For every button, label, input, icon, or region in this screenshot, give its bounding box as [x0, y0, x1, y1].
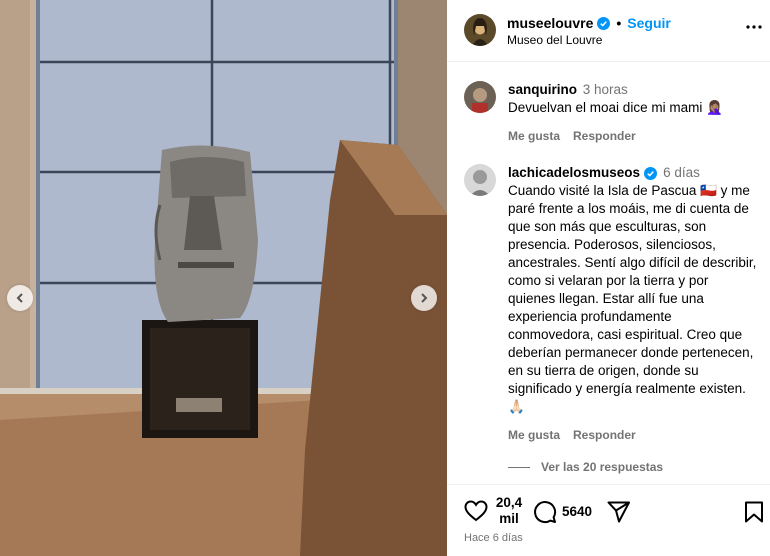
commenter-avatar-image	[464, 164, 496, 196]
paper-plane-icon[interactable]	[607, 501, 631, 523]
mona-lisa-avatar-image	[464, 14, 496, 46]
comments-count[interactable]: 5640	[562, 504, 592, 519]
bookmark-icon[interactable]	[744, 501, 764, 523]
comment-reply-button[interactable]: Responder	[573, 426, 636, 444]
verified-badge-icon	[644, 166, 658, 180]
post-location[interactable]: Museo del Louvre	[507, 33, 602, 47]
comments-list[interactable]: sanquirino 3 horas Devuelvan el moai dic…	[447, 63, 770, 483]
comment-username[interactable]: sanquirino	[508, 82, 577, 97]
post-actions-bar: 20,4 mil 5640 Hace 6 días	[447, 484, 770, 556]
comment-body: lachicadelosmuseos 6 días Cuando visité …	[508, 164, 758, 444]
more-options-icon[interactable]	[746, 24, 762, 30]
post-side-panel: museelouvre • Seguir Museo del Louvre sa…	[447, 0, 770, 556]
likes-count[interactable]: 20,4 mil	[493, 495, 525, 527]
next-photo-button[interactable]	[411, 285, 437, 311]
heart-icon[interactable]	[464, 500, 488, 522]
author-avatar[interactable]	[464, 14, 496, 46]
replies-divider-line	[508, 466, 530, 468]
moai-photo-image	[0, 0, 447, 556]
comment-time[interactable]: 3 horas	[583, 82, 628, 97]
comment-time[interactable]: 6 días	[663, 164, 700, 182]
comment-text: Cuando visité la Isla de Pascua 🇨🇱 y me …	[508, 183, 757, 414]
follow-button[interactable]: Seguir	[627, 15, 671, 31]
comment-body: sanquirino 3 horas Devuelvan el moai dic…	[508, 81, 758, 145]
post-header: museelouvre • Seguir Museo del Louvre	[447, 0, 770, 62]
previous-photo-button[interactable]	[7, 285, 33, 311]
chevron-right-icon	[421, 293, 428, 303]
author-line: museelouvre • Seguir	[507, 15, 671, 31]
post-date[interactable]: Hace 6 días	[464, 532, 523, 544]
commenter-avatar-image	[464, 81, 496, 113]
verified-badge-icon	[597, 16, 611, 30]
post-photo[interactable]	[0, 0, 447, 556]
comment-bubble-icon[interactable]	[533, 500, 557, 524]
comment-actions: Me gusta Responder	[508, 426, 758, 444]
author-username[interactable]: museelouvre	[507, 15, 593, 31]
chevron-left-icon	[16, 293, 23, 303]
comment-text: Devuelvan el moai dice mi mami 🤦🏽‍♀️	[508, 100, 723, 115]
commenter-avatar[interactable]	[464, 81, 496, 113]
comment-like-button[interactable]: Me gusta	[508, 127, 560, 145]
separator-dot: •	[616, 15, 622, 31]
comment-reply-button[interactable]: Responder	[573, 127, 636, 145]
comment-actions: Me gusta Responder	[508, 127, 758, 145]
view-replies-label: Ver las 20 respuestas	[541, 460, 664, 474]
comment-like-button[interactable]: Me gusta	[508, 426, 560, 444]
commenter-avatar[interactable]	[464, 164, 496, 196]
comment-username[interactable]: lachicadelosmuseos	[508, 164, 640, 182]
view-replies-button[interactable]: Ver las 20 respuestas	[508, 460, 663, 474]
